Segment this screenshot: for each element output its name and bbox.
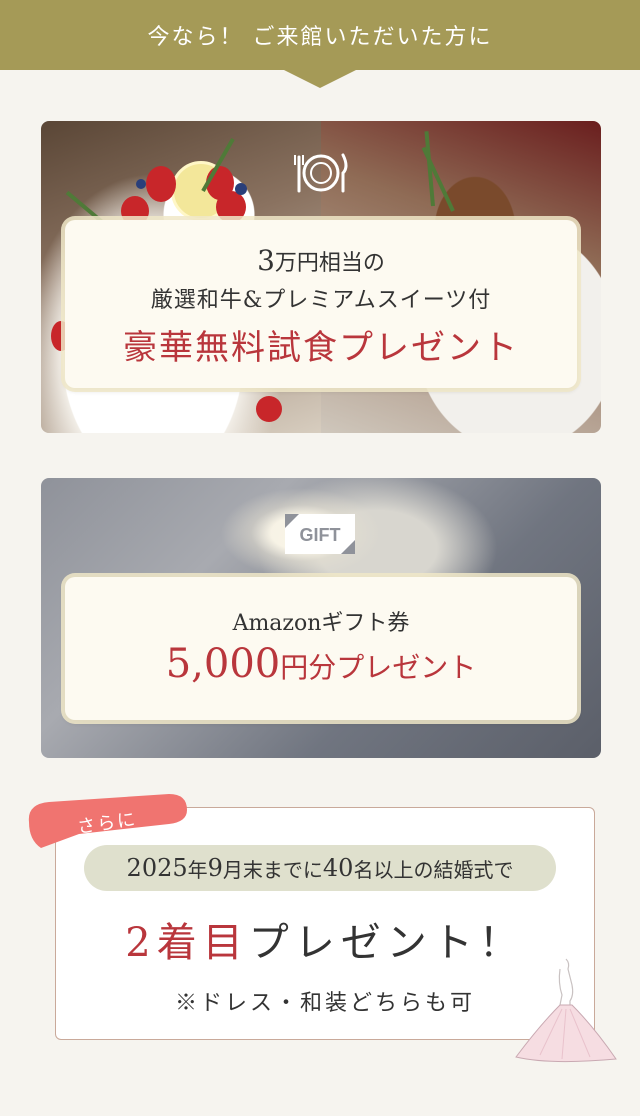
condition-text-3: 名以上の結婚式で: [353, 857, 514, 882]
gift-amount-line: 5,000円分プレゼント: [65, 641, 577, 687]
extra-headline-rest: プレゼント！: [248, 920, 525, 966]
condition-year: 2025: [126, 854, 188, 882]
gift-offer-box: Amazonギフト券 5,000円分プレゼント: [65, 577, 577, 720]
condition-text-2: 月末までに: [222, 857, 323, 882]
food-value-text: 万円相当の: [274, 251, 385, 276]
banner-text: 今なら！ ご来館いただいた方に: [147, 25, 493, 50]
condition-pill: 2025 年 9 月末までに 40 名以上の結婚式で: [84, 845, 556, 891]
food-detail-line: 厳選和牛&プレミアムスイーツ付: [150, 288, 492, 313]
food-value-line: 3万円相当の: [65, 244, 577, 277]
condition-month: 9: [207, 854, 223, 882]
banner-arrow: [284, 70, 356, 88]
gift-amount: 5,000: [165, 641, 281, 687]
gift-tag-text: GIFT: [300, 525, 341, 545]
condition-text-1: 年: [187, 857, 208, 882]
food-offer-box: 3万円相当の 厳選和牛&プレミアムスイーツ付 豪華無料試食プレゼント: [65, 220, 577, 388]
dining-plate-icon: [291, 147, 351, 197]
gift-offer-card: GIFT Amazonギフト券 5,000円分プレゼント: [41, 478, 601, 758]
gift-amount-suffix: 円分プレゼント: [280, 651, 477, 684]
gift-card-name: Amazonギフト券: [232, 611, 410, 636]
food-headline: 豪華無料試食プレゼント: [123, 328, 519, 368]
condition-guests: 40: [322, 854, 354, 882]
food-value-number: 3: [257, 244, 275, 277]
food-offer-card: 3万円相当の 厳選和牛&プレミアムスイーツ付 豪華無料試食プレゼント: [41, 121, 601, 433]
promo-banner: 今なら！ ご来館いただいた方に: [0, 0, 640, 70]
extra-headline-red: 2着目: [125, 920, 249, 966]
gift-tag-icon: GIFT: [285, 514, 355, 554]
wedding-dress-icon: [515, 958, 617, 1063]
